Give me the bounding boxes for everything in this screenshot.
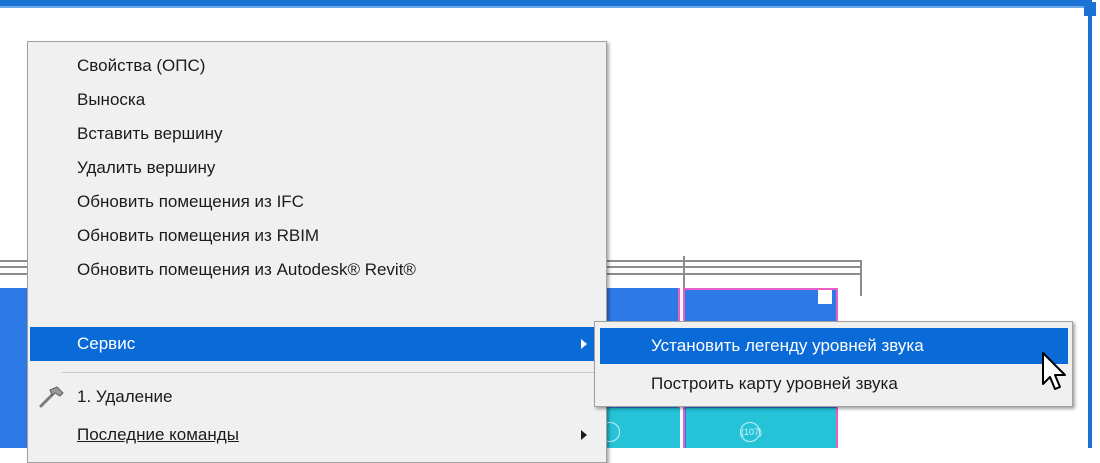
submenu-arrow-icon [581,339,587,349]
menu-item-label: Выноска [77,90,146,109]
viewport-top-border-shadow [0,6,1092,8]
menu-separator [62,372,602,373]
menu-item-callout[interactable]: Выноска [30,83,604,117]
menu-item-label: Обновить помещения из RBIM [77,226,320,245]
service-submenu: Установить легенду уровней звука Построи… [594,321,1073,407]
menu-item-recent-commands[interactable]: Последние команды [30,418,604,452]
submenu-item-label: Установить легенду уровней звука [651,336,924,355]
menu-item-update-rooms-rbim[interactable]: Обновить помещения из RBIM [30,219,604,253]
room-left[interactable] [0,288,28,448]
context-menu: Свойства (ОПС) Выноска Вставить вершину … [27,41,607,463]
viewport-right-border [1088,0,1092,448]
menu-item-label: 1. Удаление [77,387,173,406]
room-tag: (107) [740,422,762,442]
menu-item-properties[interactable]: Свойства (ОПС) [30,49,604,83]
menu-item-delete-vertex[interactable]: Удалить вершину [30,151,604,185]
submenu-item-label: Построить карту уровней звука [651,374,898,393]
submenu-item-build-sound-map[interactable]: Построить карту уровней звука [600,366,1068,402]
resize-handle[interactable] [1084,2,1096,16]
room-corner-marker [818,290,832,304]
room-edge-top [683,288,838,290]
menu-item-label: Последние команды [77,425,239,444]
hammer-icon [39,386,64,408]
menu-item-label: Свойства (ОПС) [77,56,206,75]
menu-item-label: Вставить вершину [77,124,223,143]
menu-item-insert-vertex[interactable]: Вставить вершину [30,117,604,151]
menu-item-label: Удалить вершину [77,158,216,177]
menu-item-service[interactable]: Сервис [30,327,604,361]
menu-item-update-rooms-revit[interactable]: Обновить помещения из Autodesk® Revit® [30,253,604,287]
mouse-cursor-icon [1042,352,1066,390]
menu-item-label: Обновить помещения из Autodesk® Revit® [77,260,416,279]
menu-item-label: Обновить помещения из IFC [77,192,304,211]
menu-item-label: Сервис [77,334,136,353]
menu-item-update-rooms-ifc[interactable]: Обновить помещения из IFC [30,185,604,219]
submenu-item-set-sound-legend[interactable]: Установить легенду уровней звука [600,328,1068,364]
submenu-arrow-icon [581,430,587,440]
menu-item-repeat-delete[interactable]: 1. Удаление [30,380,604,414]
